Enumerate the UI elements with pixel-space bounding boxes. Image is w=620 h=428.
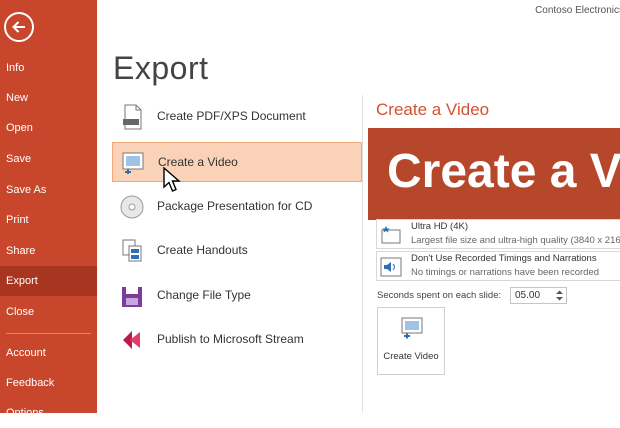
title-banner: Create a Video xyxy=(368,128,620,220)
back-arrow-icon xyxy=(12,21,25,33)
seconds-per-slide-value: 05.00 xyxy=(515,290,541,301)
quality-dropdown[interactable]: Ultra HD (4K) Largest file size and ultr… xyxy=(376,219,620,249)
stream-icon xyxy=(123,331,140,349)
back-button[interactable] xyxy=(4,12,34,42)
export-option-stream[interactable]: Publish to Microsoft Stream xyxy=(112,320,362,360)
export-option-cd[interactable]: Package Presentation for CD xyxy=(112,187,362,227)
video-icon xyxy=(122,152,144,174)
nav-item-close[interactable]: Close xyxy=(0,297,97,327)
nav-item-new[interactable]: New xyxy=(0,83,97,113)
timings-description: No timings or narrations have been recor… xyxy=(411,267,599,278)
panel-divider xyxy=(362,95,363,413)
nav-item-account[interactable]: Account xyxy=(0,338,97,368)
nav-item-open[interactable]: Open xyxy=(0,113,97,143)
nav-item-print[interactable]: Print xyxy=(0,205,97,235)
account-name: Contoso Electronics xyxy=(535,5,620,16)
backstage-sidebar: Info New Open Save Save As Print Share E… xyxy=(0,0,97,419)
create-video-label: Create Video xyxy=(383,351,439,362)
quality-description: Largest file size and ultra-high quality… xyxy=(411,235,620,246)
mouse-cursor-icon xyxy=(163,167,181,192)
nav-item-save[interactable]: Save xyxy=(0,144,97,174)
export-option-label: Publish to Microsoft Stream xyxy=(157,332,304,346)
timings-title: Don't Use Recorded Timings and Narration… xyxy=(411,253,597,264)
nav-item-feedback[interactable]: Feedback xyxy=(0,368,97,398)
banner-text: Create a Video xyxy=(387,145,620,198)
export-option-video[interactable]: Create a Video xyxy=(112,142,362,182)
nav-item-export[interactable]: Export xyxy=(0,266,97,296)
export-option-label: Change File Type xyxy=(157,288,251,302)
export-option-file-type[interactable]: Change File Type xyxy=(112,276,362,316)
stepper-arrows-icon[interactable] xyxy=(555,289,564,302)
handouts-icon xyxy=(122,239,142,262)
seconds-per-slide-input[interactable]: 05.00 xyxy=(510,287,567,304)
nav-item-options[interactable]: Options xyxy=(0,398,97,428)
export-option-label: Package Presentation for CD xyxy=(157,199,313,213)
nav-item-share[interactable]: Share xyxy=(0,236,97,266)
export-option-pdf[interactable]: Create PDF/XPS Document xyxy=(112,97,362,137)
export-option-label: Create Handouts xyxy=(157,243,248,257)
detail-heading: Create a Video xyxy=(376,100,490,119)
file-type-icon xyxy=(122,287,142,307)
nav-item-info[interactable]: Info xyxy=(0,53,97,83)
quality-icon xyxy=(381,226,401,244)
pdf-document-icon xyxy=(123,104,142,130)
create-video-button[interactable]: Create Video xyxy=(377,307,445,375)
cd-icon xyxy=(120,195,144,219)
export-option-handouts[interactable]: Create Handouts xyxy=(112,231,362,271)
timings-dropdown[interactable]: Don't Use Recorded Timings and Narration… xyxy=(376,251,620,281)
nav-item-save-as[interactable]: Save As xyxy=(0,175,97,205)
export-option-label: Create PDF/XPS Document xyxy=(157,109,306,123)
create-video-icon xyxy=(401,317,423,339)
page-title: Export xyxy=(113,50,209,86)
nav-divider xyxy=(6,333,91,334)
seconds-per-slide-label: Seconds spent on each slide: xyxy=(377,290,502,301)
quality-title: Ultra HD (4K) xyxy=(411,221,469,232)
narration-speaker-icon xyxy=(380,257,402,277)
